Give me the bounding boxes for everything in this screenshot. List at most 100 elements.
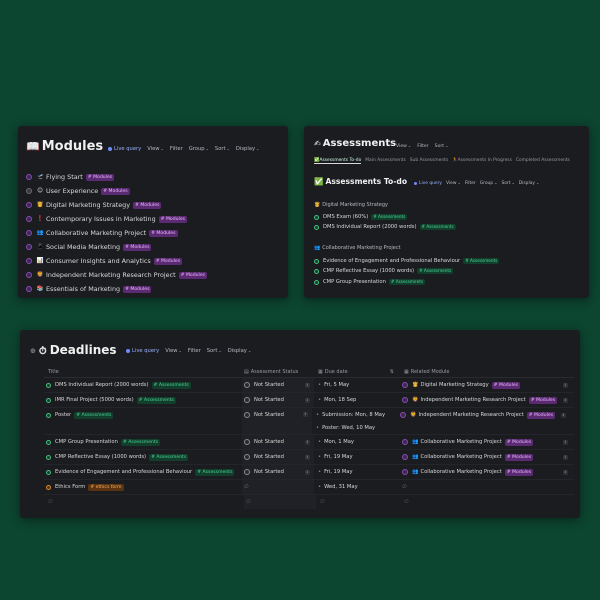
list-item[interactable]: DMS Individual Report (2000 words) # Asse… xyxy=(314,224,456,230)
expand-icon[interactable]: ↕ xyxy=(305,382,310,388)
assessments-tag[interactable]: # Assessments xyxy=(419,224,456,230)
due-date[interactable]: Submission: Mon, 8 May xyxy=(322,412,385,418)
list-item[interactable]: 📱 Social Media Marketing # Modules xyxy=(26,240,284,254)
assessments-tag[interactable]: # Assessments xyxy=(371,214,408,220)
empty-value[interactable]: ∅ xyxy=(404,499,409,505)
assessments-tag[interactable]: # Assessments xyxy=(74,411,114,419)
assessments-tag[interactable]: # Assessments xyxy=(149,453,189,461)
live-query-button[interactable]: Live query xyxy=(414,181,442,186)
modules-tag[interactable]: # Modules xyxy=(133,201,162,209)
settings-icon[interactable]: ⊕ xyxy=(30,347,36,355)
modules-tag[interactable]: # Modules xyxy=(149,229,178,237)
tab-assessments-todo[interactable]: ✅Assessments To-do xyxy=(314,158,362,164)
ethics-form-tag[interactable]: # ethics form xyxy=(88,483,124,491)
tab-sub-assessments[interactable]: Sub Assessments xyxy=(410,158,448,164)
empty-value[interactable]: ∅ xyxy=(402,484,407,490)
sort-button[interactable]: Sort⌄ xyxy=(435,143,449,149)
due-date[interactable]: Wed, 31 May xyxy=(324,484,358,490)
list-item[interactable]: DMS Exam (60%) # Assessments xyxy=(314,214,408,220)
display-button[interactable]: Display⌄ xyxy=(228,348,251,354)
empty-value[interactable]: ∅ xyxy=(48,499,53,505)
due-date[interactable]: Fri, 19 May xyxy=(324,454,352,460)
expand-icon[interactable]: ↕ xyxy=(305,454,310,460)
sort-icon[interactable]: ⇅ xyxy=(390,369,394,375)
tab-in-progress[interactable]: 🏃Assessments In Progress xyxy=(452,158,512,164)
expand-icon[interactable]: ↕ xyxy=(563,397,568,403)
assessments-tag[interactable]: # Assessments xyxy=(120,438,161,446)
expand-icon[interactable]: ↕ xyxy=(303,412,308,417)
status-value[interactable]: Not Started xyxy=(254,469,284,475)
expand-icon[interactable]: ↕ xyxy=(305,397,310,403)
due-date[interactable]: Fri, 19 May xyxy=(324,469,352,475)
modules-tag[interactable]: # Modules xyxy=(526,411,556,419)
list-item[interactable]: 📚 Essentials of Marketing # Modules xyxy=(26,282,284,296)
sort-button[interactable]: Sort⌄ xyxy=(215,146,230,152)
sort-button[interactable]: Sort⌄ xyxy=(501,180,514,186)
tab-completed[interactable]: Completed Assessments xyxy=(516,158,570,164)
expand-icon[interactable]: ↕ xyxy=(561,412,566,418)
expand-icon[interactable]: ↕ xyxy=(563,454,568,460)
modules-tag[interactable]: # Modules xyxy=(178,271,208,279)
modules-tag[interactable]: # Modules xyxy=(491,381,521,389)
live-query-button[interactable]: Live query xyxy=(126,348,159,354)
filter-button[interactable]: Filter xyxy=(465,181,476,186)
due-date[interactable]: Mon, 18 Sep xyxy=(324,397,356,403)
group-button[interactable]: Group⌄ xyxy=(480,180,498,186)
assessments-tag[interactable]: # Assessments xyxy=(195,468,235,476)
assessments-tag[interactable]: # Assessments xyxy=(388,279,426,285)
modules-tag[interactable]: # Modules xyxy=(158,215,188,223)
column-header-module[interactable]: ▦ Related Module xyxy=(400,369,574,375)
modules-tag[interactable]: # Modules xyxy=(153,257,183,265)
tab-main-assessments[interactable]: Main Assessments xyxy=(365,158,406,164)
status-value[interactable]: Not Started xyxy=(254,412,284,418)
expand-icon[interactable]: ↕ xyxy=(305,439,310,445)
list-item[interactable]: CMP Reflective Essay (1000 words) # Asses… xyxy=(314,268,454,274)
modules-tag[interactable]: # Modules xyxy=(123,243,152,251)
assessments-tag[interactable]: # Assessments xyxy=(136,396,176,404)
filter-button[interactable]: Filter xyxy=(417,144,428,149)
list-item[interactable]: 👸 Digital Marketing Strategy # Modules xyxy=(26,198,284,212)
status-value[interactable]: Not Started xyxy=(254,382,284,388)
expand-icon[interactable]: ↕ xyxy=(305,469,310,475)
due-date[interactable]: Mon, 1 May xyxy=(324,439,354,445)
modules-tag[interactable]: # Modules xyxy=(504,438,534,446)
view-button[interactable]: View⌄ xyxy=(446,180,461,186)
expand-icon[interactable]: ↕ xyxy=(563,439,568,445)
due-date[interactable]: Poster: Wed, 10 May xyxy=(322,425,375,431)
list-item[interactable]: 🦁 Independent Marketing Research Project #… xyxy=(26,268,284,282)
modules-tag[interactable]: # Modules xyxy=(528,396,558,404)
list-item[interactable]: 😊 User Experience # Modules xyxy=(26,184,284,198)
status-value[interactable]: Not Started xyxy=(254,397,284,403)
group-header[interactable]: 👥 Collaborative Marketing Project xyxy=(314,245,401,251)
table-row[interactable]: Poster # Assessments Not Started ↕ • Submis… xyxy=(44,408,574,435)
list-item[interactable]: Evidence of Engagement and Professional … xyxy=(314,258,500,264)
expand-icon[interactable]: ↕ xyxy=(563,469,568,475)
modules-tag[interactable]: # Modules xyxy=(123,285,152,293)
table-row[interactable]: Evidence of Engagement and Professional … xyxy=(44,465,574,480)
modules-tag[interactable]: # Modules xyxy=(101,187,130,195)
assessments-tag[interactable]: # Assessments xyxy=(463,258,500,264)
list-item[interactable]: 🛫 Flying Start # Modules xyxy=(26,170,284,184)
expand-icon[interactable]: ↕ xyxy=(563,382,568,388)
assessments-tag[interactable]: # Assessments xyxy=(151,381,191,389)
table-row-empty[interactable]: ∅ ∅ ∅ ∅ xyxy=(44,495,574,509)
empty-value[interactable]: ∅ xyxy=(246,499,251,505)
table-row[interactable]: CMP Reflective Essay (1000 words) # Asses… xyxy=(44,450,574,465)
table-row[interactable]: DMS Individual Report (2000 words) # Asse… xyxy=(44,378,574,393)
column-header-due[interactable]: ▦ Due date ⇅ xyxy=(314,369,400,375)
view-button[interactable]: View⌄ xyxy=(165,348,182,354)
filter-button[interactable]: Filter xyxy=(188,348,201,354)
list-item[interactable]: 👥 Collaborative Marketing Project # Module… xyxy=(26,226,284,240)
list-item[interactable]: 📊 Consumer Insights and Analytics # Module… xyxy=(26,254,284,268)
table-row[interactable]: IMR Final Project (5000 words) # Assessme… xyxy=(44,393,574,408)
list-item[interactable]: ❗ Contemporary Issues in Marketing # Modul… xyxy=(26,212,284,226)
view-button[interactable]: View⌄ xyxy=(396,143,411,149)
table-row[interactable]: Ethics Form # ethics form ∅ • Wed, 31 May … xyxy=(44,480,574,495)
filter-button[interactable]: Filter xyxy=(170,146,183,152)
assessments-tag[interactable]: # Assessments xyxy=(417,268,454,274)
status-value[interactable]: Not Started xyxy=(254,454,284,460)
view-button[interactable]: View⌄ xyxy=(147,146,164,152)
modules-tag[interactable]: # Modules xyxy=(504,453,534,461)
status-value[interactable]: Not Started xyxy=(254,439,284,445)
group-header[interactable]: 👸 Digital Marketing Strategy xyxy=(314,202,388,208)
